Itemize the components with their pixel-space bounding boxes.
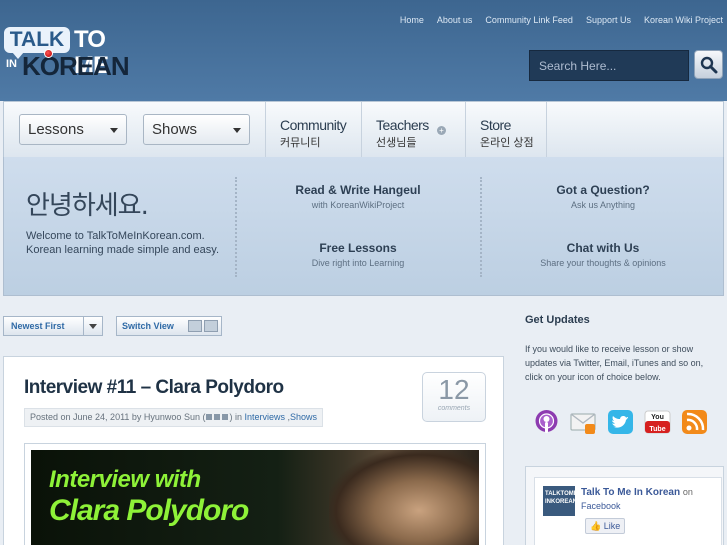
svg-text:Tube: Tube — [649, 426, 665, 433]
facebook-like-box: TALKTOME INKOREAN Talk To Me In Korean o… — [534, 477, 722, 545]
feature-got-a-question[interactable]: Got a Question? Ask us Anything — [503, 183, 703, 210]
feature-subtitle: Share your thoughts & opinions — [540, 258, 666, 268]
logo-korean: KOREAN — [22, 51, 130, 81]
subscribe-icons: Tube You — [533, 408, 708, 436]
facebook-label: Facebook — [581, 501, 621, 511]
welcome-line: Korean learning made simple and easy. — [26, 244, 220, 256]
facebook-page-thumbnail[interactable]: TALKTOME INKOREAN — [543, 486, 578, 516]
logo-in: IN — [6, 58, 17, 70]
site-logo[interactable]: TALK TO ME IN KOREAN — [4, 25, 144, 81]
nav-item-community[interactable]: Community 커뮤니티 — [265, 102, 361, 158]
author-square-icon — [222, 414, 229, 420]
author-square-icon — [206, 414, 213, 420]
feature-subtitle: Dive right into Learning — [311, 258, 405, 268]
image-caption-line: Interview with — [49, 466, 201, 493]
nav-item-korean-label: 커뮤니티 — [280, 137, 321, 149]
feature-chat-with-us[interactable]: Chat with Us Share your thoughts & opini… — [503, 241, 703, 268]
facebook-on-text: on — [682, 487, 693, 497]
welcome-panel: 안녕하세요. Welcome to TalkToMeInKorean.com. … — [3, 157, 724, 296]
facebook-like-button[interactable]: 👍 Like — [585, 518, 626, 534]
lessons-dropdown-label: Lessons — [28, 121, 84, 138]
expand-plus-icon[interactable]: + — [437, 126, 446, 135]
post-meta-text: ) in — [229, 412, 245, 422]
nav-item-label: Community — [280, 117, 347, 133]
main-navigation: Lessons Shows Community 커뮤니티 Teachers 선생… — [3, 101, 724, 158]
search-input[interactable] — [529, 50, 689, 81]
grid-view-icon[interactable] — [204, 320, 218, 332]
panel-divider — [235, 177, 237, 277]
svg-text:You: You — [651, 414, 664, 421]
nav-item-label: Teachers — [376, 117, 429, 133]
logo-talk: TALK — [4, 27, 70, 59]
post-card: Interview #11 – Clara Polydoro 12 commen… — [3, 356, 504, 545]
greeting-heading: 안녕하세요. — [26, 191, 149, 221]
category-link-interviews[interactable]: Interviews — [244, 412, 285, 422]
twitter-icon[interactable] — [607, 408, 634, 436]
feature-subtitle: with KoreanWikiProject — [311, 200, 405, 210]
post-meta: Posted on June 24, 2011 by Hyunwoo Sun (… — [24, 408, 324, 427]
chevron-down-icon — [110, 128, 118, 133]
facebook-page-name[interactable]: Talk To Me In Korean on — [581, 487, 693, 498]
chevron-down-icon — [83, 317, 102, 335]
post-meta-text: Posted on June 24, 2011 by Hyunwoo Sun ( — [30, 412, 206, 422]
nav-item-korean-label: 온라인 상점 — [480, 137, 534, 149]
youtube-icon[interactable]: Tube You — [644, 408, 671, 436]
top-navigation: Home About us Community Link Feed Suppor… — [400, 15, 723, 25]
like-label: Like — [603, 521, 621, 531]
feature-title: Chat with Us — [566, 241, 640, 255]
topnav-support-us[interactable]: Support Us — [586, 15, 631, 25]
author-square-icon — [214, 414, 221, 420]
comment-count-badge[interactable]: 12 comments — [422, 372, 486, 422]
topnav-home[interactable]: Home — [400, 15, 424, 25]
interviewee-photo — [329, 450, 479, 545]
shows-dropdown[interactable]: Shows — [143, 114, 250, 145]
post-title[interactable]: Interview #11 – Clara Polydoro — [24, 377, 284, 399]
sort-dropdown[interactable]: Newest First — [3, 316, 103, 336]
welcome-text: Welcome to TalkToMeInKorean.com. Korean … — [26, 229, 231, 257]
image-caption-line: Clara Polydoro — [49, 494, 249, 527]
feature-title: Read & Write Hangeul — [295, 183, 421, 197]
email-rss-icon[interactable] — [570, 408, 597, 436]
get-updates-heading: Get Updates — [525, 314, 590, 326]
rss-icon[interactable] — [681, 408, 708, 436]
post-featured-image-frame: Interview with Clara Polydoro — [24, 443, 486, 545]
site-header: TALK TO ME IN KOREAN Home About us Commu… — [0, 0, 727, 101]
lessons-dropdown[interactable]: Lessons — [19, 114, 127, 145]
thumbs-up-icon: 👍 — [590, 521, 602, 531]
sort-dropdown-label: Newest First — [11, 321, 65, 331]
feature-title: Free Lessons — [319, 241, 397, 255]
list-view-icon[interactable] — [188, 320, 202, 332]
facebook-widget: TALKTOME INKOREAN Talk To Me In Korean o… — [525, 466, 724, 545]
get-updates-text: If you would like to receive lesson or s… — [525, 344, 704, 382]
category-link-shows[interactable]: Shows — [290, 412, 317, 422]
switch-view-control[interactable]: Switch View — [116, 316, 222, 336]
shows-dropdown-label: Shows — [152, 121, 198, 138]
nav-item-store[interactable]: Store 온라인 상점 — [465, 102, 547, 158]
topnav-community-link-feed[interactable]: Community Link Feed — [485, 15, 573, 25]
feature-read-write-hangeul[interactable]: Read & Write Hangeul with KoreanWikiProj… — [258, 183, 458, 210]
panel-divider — [480, 177, 482, 277]
podcast-icon[interactable] — [533, 408, 560, 436]
nav-item-teachers[interactable]: Teachers 선생님들 + — [361, 102, 465, 158]
feature-subtitle: Ask us Anything — [570, 200, 636, 210]
logo-flag-dot-icon — [44, 49, 53, 58]
comment-label: comments — [437, 405, 471, 412]
post-featured-image[interactable]: Interview with Clara Polydoro — [31, 450, 479, 545]
feature-free-lessons[interactable]: Free Lessons Dive right into Learning — [258, 241, 458, 268]
comment-count: 12 — [438, 374, 470, 405]
topnav-korean-wiki-project[interactable]: Korean Wiki Project — [644, 15, 723, 25]
topnav-about[interactable]: About us — [437, 15, 473, 25]
nav-item-korean-label: 선생님들 — [376, 137, 417, 149]
search-icon — [700, 56, 718, 74]
nav-item-label: Store — [480, 117, 511, 133]
welcome-line: Welcome to TalkToMeInKorean.com. — [26, 230, 205, 242]
chevron-down-icon — [233, 128, 241, 133]
facebook-page-name-text: Talk To Me In Korean — [581, 487, 681, 498]
switch-view-label: Switch View — [122, 321, 174, 331]
feature-title: Got a Question? — [556, 183, 650, 197]
search-button[interactable] — [694, 50, 723, 79]
